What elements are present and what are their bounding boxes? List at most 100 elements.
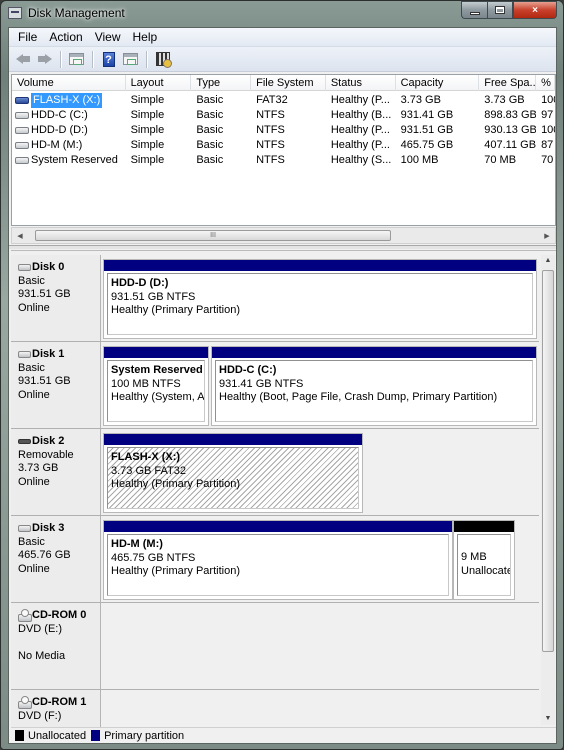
hard-disk-icon [18,525,31,533]
primary-partition-bar [104,260,536,271]
cell-layout: Simple [130,139,165,151]
volume-row[interactable]: HDD-D (D:) Simple Basic NTFS Healthy (P... 93… [12,123,555,138]
disk-label[interactable]: Disk 3 Basic 465.76 GB Online [11,516,101,602]
title-bar[interactable]: Disk Management × [1,1,563,25]
disk-row: CD-ROM 1 DVD (F:) [11,690,539,727]
forward-button[interactable] [35,50,54,69]
horizontal-scroll-thumb[interactable]: III [35,230,391,241]
cell-free-space: 407.11 GB [484,139,537,151]
scroll-right-icon[interactable]: ▶ [539,228,555,243]
column-free-space[interactable]: Free Spa... [479,75,537,91]
column-status[interactable]: Status [326,75,396,91]
menu-view[interactable]: View [89,28,127,47]
partition-block[interactable]: HDD-D (D:) 931.51 GB NTFS Healthy (Primary… [103,259,537,339]
disk-row: Disk 2 Removable 3.73 GB Online FLASH-X (X:)… [11,429,539,516]
disk-label[interactable]: Disk 2 Removable 3.73 GB Online [11,429,101,515]
cell-capacity: 465.75 GB [400,139,454,151]
cell-file-system: NTFS [256,139,285,151]
disk-management-window: Disk Management × File Action View Help … [0,0,564,750]
maximize-button[interactable] [487,1,513,19]
pane-splitter[interactable] [9,245,556,249]
cell-capacity: 931.41 GB [400,109,454,121]
partition-title: HDD-D (D:) [111,277,169,289]
volume-row[interactable]: System Reserved Simple Basic NTFS Healthy (S… [12,153,555,168]
cell-volume: HDD-D (D:) [12,123,126,138]
disk-label[interactable]: Disk 1 Basic 931.51 GB Online [11,342,101,428]
disk-name: Disk 1 [18,348,100,362]
column-layout[interactable]: Layout [126,75,192,91]
cell-capacity: 3.73 GB [400,94,441,106]
cell-percent-free: 87 [541,139,554,151]
maximize-icon [495,6,505,14]
close-button[interactable]: × [513,1,557,19]
partition-status: Healthy (Primary Partition) [111,478,240,490]
column-percent-free[interactable]: % F [536,75,555,91]
partition-block[interactable]: HD-M (M:) 465.75 GB NTFS Healthy (Primary … [103,520,453,600]
disk-size: 931.51 GB [18,375,71,387]
partition-block[interactable]: System Reserved 100 MB NTFS Healthy (Syste… [103,346,209,426]
menu-help[interactable]: Help [127,28,164,47]
cell-free-space: 898.83 GB [484,109,537,121]
disk-name: Disk 2 [18,435,100,449]
partition-details: System Reserved 100 MB NTFS Healthy (Syste… [107,360,205,422]
column-capacity[interactable]: Capacity [396,75,480,91]
disk-state: Online [18,388,50,401]
vertical-scroll-thumb[interactable] [542,270,554,652]
partition-title: FLASH-X (X:) [111,451,181,463]
partition-block[interactable]: HDD-C (C:) 931.41 GB NTFS Healthy (Boot, P… [211,346,537,426]
disk-label[interactable]: CD-ROM 1 DVD (F:) [11,690,101,727]
minimize-button[interactable] [461,1,487,19]
unallocated-space[interactable]: 9 MB Unallocate [453,520,515,600]
show-hide-console-tree-button[interactable] [67,50,86,69]
disk-state: No Media [18,649,66,662]
scroll-left-icon[interactable]: ◀ [12,228,28,243]
help-button[interactable]: ? [99,50,118,69]
partition-details: HD-M (M:) 465.75 GB NTFS Healthy (Primary … [107,534,449,596]
cell-layout: Simple [130,94,165,106]
volume-list-horizontal-scrollbar[interactable]: ◀ III ▶ [11,227,556,244]
column-type[interactable]: Type [191,75,252,91]
unallocated-bar [454,521,514,532]
volume-row[interactable]: FLASH-X (X:) Simple Basic FAT32 Healthy (P..… [12,93,555,108]
disk-state: Online [18,301,50,314]
disk-name: Disk 0 [18,261,100,275]
cell-capacity: 931.51 GB [400,124,454,136]
partition-area: System Reserved 100 MB NTFS Healthy (Syste… [103,342,539,428]
disk-name-text: Disk 3 [32,522,65,534]
scroll-down-icon[interactable]: ▼ [541,713,555,725]
disk-state: Online [18,475,50,488]
menu-action[interactable]: Action [43,28,88,47]
scroll-up-icon[interactable]: ▲ [541,255,555,267]
cell-type: Basic [196,154,224,166]
column-volume[interactable]: Volume [12,75,126,91]
disk-label[interactable]: CD-ROM 0 DVD (E:) No Media [11,603,101,689]
back-button[interactable] [13,50,32,69]
partition-size: 465.75 GB NTFS [111,551,196,564]
properties-button[interactable] [153,50,172,69]
cell-type: Basic [196,139,224,151]
window-title: Disk Management [28,6,125,20]
cell-free-space: 930.13 GB [484,124,537,136]
disk-type: Basic [18,361,45,374]
removable-drive-icon [15,97,29,104]
partition-block[interactable]: FLASH-X (X:) 3.73 GB FAT32 Healthy (Primar… [103,433,363,513]
partition-size: 3.73 GB FAT32 [111,464,187,477]
partition-area [103,690,539,727]
disk-label[interactable]: Disk 0 Basic 931.51 GB Online [11,255,101,341]
show-hide-action-pane-button[interactable] [121,50,140,69]
disk-name-text: Disk 0 [32,261,65,273]
graphical-view-vertical-scrollbar[interactable]: ▲ ▼ [541,255,555,725]
cell-percent-free: 100 [541,124,555,136]
volume-row[interactable]: HD-M (M:) Simple Basic NTFS Healthy (P... 465… [12,138,555,153]
primary-partition-bar [104,347,208,358]
toolbar-separator [60,50,61,68]
column-file-system[interactable]: File System [251,75,326,91]
partition-details: FLASH-X (X:) 3.73 GB FAT32 Healthy (Primar… [107,447,359,509]
menu-file[interactable]: File [12,28,43,47]
disk-name-text: CD-ROM 1 [32,696,87,708]
disk-name-text: Disk 1 [32,348,65,360]
hard-disk-icon [15,112,29,119]
legend-unallocated: Unallocated [28,729,87,742]
volume-row[interactable]: HDD-C (C:) Simple Basic NTFS Healthy (B... 93… [12,108,555,123]
cell-file-system: NTFS [256,124,285,136]
